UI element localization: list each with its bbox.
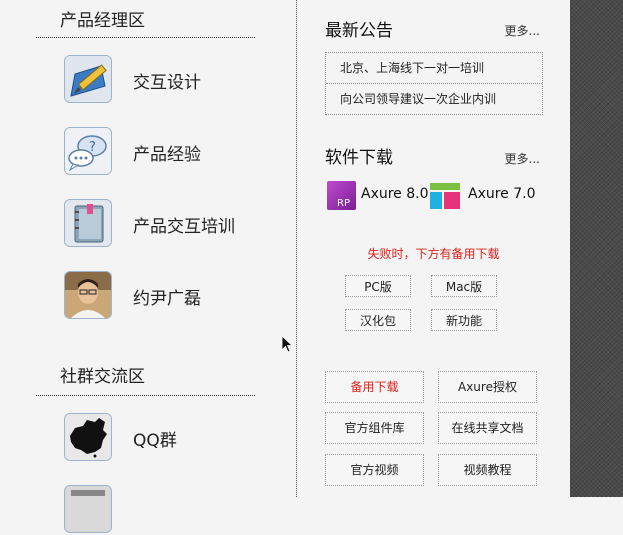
nav-item-label: 产品交互培训: [133, 217, 235, 237]
nav-item-product-training[interactable]: 产品交互培训: [64, 199, 284, 249]
nav-item-partial[interactable]: [64, 485, 284, 535]
speech-bubbles-icon: ?: [64, 127, 112, 175]
axure-rp-logo: RP: [327, 181, 356, 210]
pencil-ruler-icon: [64, 55, 112, 103]
svg-text:RP: RP: [337, 198, 350, 209]
nav-item-label: 交互设计: [133, 73, 201, 93]
china-map-icon: [64, 413, 112, 461]
axure-license-button[interactable]: Axure授权: [438, 371, 537, 403]
community-section-title: 社群交流区: [60, 367, 145, 387]
product-section-title: 产品经理区: [60, 11, 145, 31]
announcement-item[interactable]: 北京、上海线下一对一培训: [326, 53, 542, 83]
download-axure-8[interactable]: RP Axure 8.0: [327, 181, 429, 211]
notebook-icon: [64, 199, 112, 247]
announcements-more-link[interactable]: 更多...: [505, 22, 540, 39]
video-tutorials-button[interactable]: 视频教程: [438, 454, 537, 486]
left-column: 产品经理区 交互设计 ? 产品经验 产品交互培训 约尹广磊 社群交流区 QQ群: [0, 0, 296, 533]
right-column: 最新公告 更多... 北京、上海线下一对一培训 向公司领导建议一次企业内训 软件…: [297, 0, 570, 497]
nav-item-interaction-design[interactable]: 交互设计: [64, 55, 284, 105]
software-label: Axure 7.0: [468, 186, 536, 202]
section-divider: [36, 37, 255, 38]
announcements-title: 最新公告: [325, 21, 393, 41]
background-strip: [570, 0, 623, 497]
mouse-pointer-icon: [281, 335, 293, 353]
nav-item-author[interactable]: 约尹广磊: [64, 271, 284, 321]
axure-7-logo: [430, 183, 460, 209]
mac-version-button[interactable]: Mac版: [431, 275, 497, 297]
fallback-notice: 失败时，下方有备用下载: [367, 247, 500, 261]
nav-item-qq-group[interactable]: QQ群: [64, 413, 284, 463]
downloads-title: 软件下载: [325, 148, 393, 168]
partial-icon: [64, 485, 112, 533]
nav-item-label: 产品经验: [133, 145, 201, 165]
backup-download-button[interactable]: 备用下载: [325, 371, 424, 403]
download-axure-7[interactable]: Axure 7.0: [430, 181, 540, 211]
new-features-button[interactable]: 新功能: [431, 309, 497, 331]
chinese-pack-button[interactable]: 汉化包: [345, 309, 411, 331]
nav-item-product-experience[interactable]: ? 产品经验: [64, 127, 284, 177]
software-label: Axure 8.0: [361, 186, 429, 202]
official-videos-button[interactable]: 官方视频: [325, 454, 424, 486]
nav-item-label: QQ群: [133, 431, 177, 451]
official-components-button[interactable]: 官方组件库: [325, 412, 424, 444]
online-shared-docs-button[interactable]: 在线共享文档: [438, 412, 537, 444]
pc-version-button[interactable]: PC版: [345, 275, 411, 297]
nav-item-label: 约尹广磊: [133, 289, 201, 309]
downloads-more-link[interactable]: 更多...: [505, 150, 540, 167]
section-divider: [36, 395, 255, 396]
avatar-photo: [64, 271, 112, 319]
announcement-item[interactable]: 向公司领导建议一次企业内训: [326, 83, 542, 114]
announcement-list: 北京、上海线下一对一培训 向公司领导建议一次企业内训: [325, 52, 543, 115]
